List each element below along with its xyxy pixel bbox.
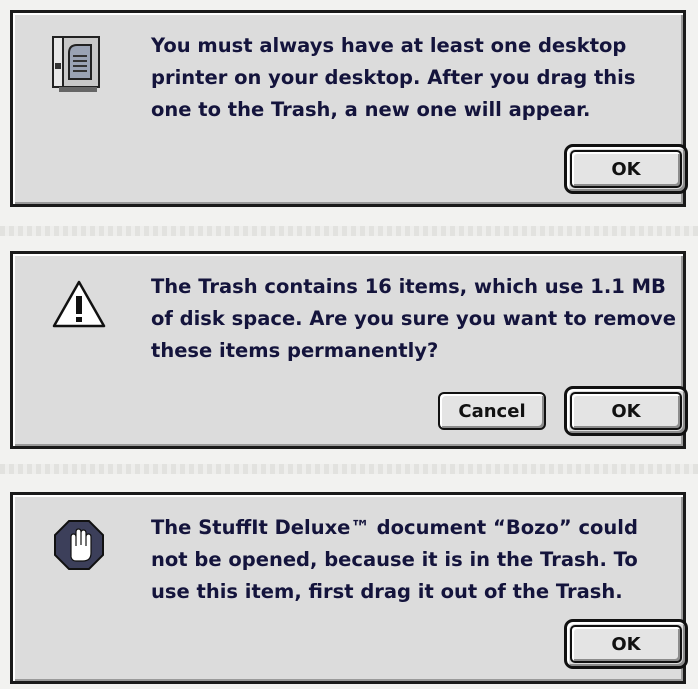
printer-alert-dialog: You must always have at least one deskto… [10,10,688,207]
screenshot-page: You must always have at least one deskto… [0,0,698,689]
empty-trash-dialog: The Trash contains 16 items, which use 1… [10,251,688,449]
alert-message: The StuffIt Deluxe™ document “Bozo” coul… [151,516,638,603]
background-print-line [0,464,698,474]
stop-hand-icon [49,515,109,577]
cancel-button[interactable]: Cancel [438,392,546,430]
caution-triangle-icon [49,274,109,336]
ok-button[interactable]: OK [564,144,688,194]
ok-button[interactable]: OK [564,619,688,669]
alert-message: The Trash contains 16 items, which use 1… [151,275,676,362]
ok-button-label[interactable]: OK [570,392,682,430]
alert-message: You must always have at least one deskto… [151,34,636,121]
background-print-line [0,226,698,236]
desktop-printer-icon [49,33,109,95]
ok-button[interactable]: OK [564,386,688,436]
ok-button-label[interactable]: OK [570,150,682,188]
stop-alert-dialog: The StuffIt Deluxe™ document “Bozo” coul… [10,492,688,684]
ok-button-label[interactable]: OK [570,625,682,663]
